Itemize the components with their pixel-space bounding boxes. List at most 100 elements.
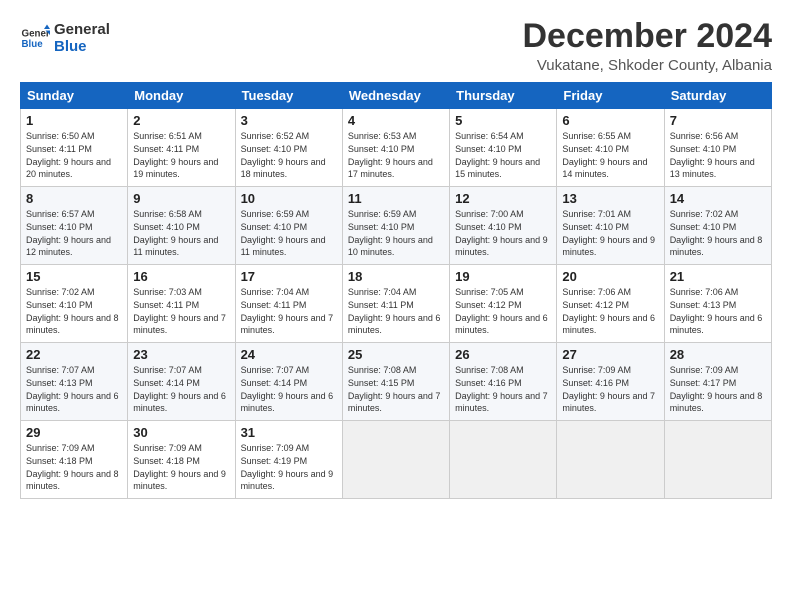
day-info: Sunrise: 6:54 AMSunset: 4:10 PMDaylight:… — [455, 130, 551, 180]
col-tuesday: Tuesday — [235, 83, 342, 109]
calendar-row: 22 Sunrise: 7:07 AMSunset: 4:13 PMDayligh… — [21, 343, 772, 421]
day-info: Sunrise: 7:07 AMSunset: 4:14 PMDaylight:… — [241, 364, 337, 414]
table-row: 15Sunrise: 7:02 AMSunset: 4:10 PMDayligh… — [21, 265, 128, 343]
title-section: December 2024 Vukatane, Shkoder County, … — [522, 18, 772, 74]
day-number: 29 — [26, 425, 122, 440]
day-number: 16 — [133, 269, 229, 284]
day-info: Sunrise: 7:09 AMSunset: 4:18 PMDaylight:… — [133, 442, 229, 492]
table-row: 27 Sunrise: 7:09 AMSunset: 4:16 PMDayligh… — [557, 343, 664, 421]
svg-text:Blue: Blue — [22, 39, 44, 50]
header-row: Sunday Monday Tuesday Wednesday Thursday… — [21, 83, 772, 109]
day-number: 5 — [455, 113, 551, 128]
day-number: 8 — [26, 191, 122, 206]
day-number: 2 — [133, 113, 229, 128]
table-row: 11 Sunrise: 6:59 AMSunset: 4:10 PMDayligh… — [342, 187, 449, 265]
table-row — [557, 421, 664, 499]
table-row: 19 Sunrise: 7:05 AMSunset: 4:12 PMDayligh… — [450, 265, 557, 343]
day-info: Sunrise: 6:53 AMSunset: 4:10 PMDaylight:… — [348, 130, 444, 180]
table-row: 24 Sunrise: 7:07 AMSunset: 4:14 PMDayligh… — [235, 343, 342, 421]
calendar-row: 1 Sunrise: 6:50 AMSunset: 4:11 PMDaylight… — [21, 109, 772, 187]
table-row: 1 Sunrise: 6:50 AMSunset: 4:11 PMDaylight… — [21, 109, 128, 187]
day-number: 18 — [348, 269, 444, 284]
day-number: 7 — [670, 113, 766, 128]
table-row: 9 Sunrise: 6:58 AMSunset: 4:10 PMDaylight… — [128, 187, 235, 265]
table-row: 13 Sunrise: 7:01 AMSunset: 4:10 PMDayligh… — [557, 187, 664, 265]
day-info: Sunrise: 6:56 AMSunset: 4:10 PMDaylight:… — [670, 130, 766, 180]
table-row: 21Sunrise: 7:06 AMSunset: 4:13 PMDayligh… — [664, 265, 771, 343]
col-sunday: Sunday — [21, 83, 128, 109]
calendar-row: 8Sunrise: 6:57 AMSunset: 4:10 PMDaylight… — [21, 187, 772, 265]
table-row: 26Sunrise: 7:08 AMSunset: 4:16 PMDayligh… — [450, 343, 557, 421]
day-info: Sunrise: 7:05 AMSunset: 4:12 PMDaylight:… — [455, 286, 551, 336]
table-row: 29 Sunrise: 7:09 AMSunset: 4:18 PMDayligh… — [21, 421, 128, 499]
day-number: 11 — [348, 191, 444, 206]
calendar-table: Sunday Monday Tuesday Wednesday Thursday… — [20, 82, 772, 499]
day-info: Sunrise: 7:07 AMSunset: 4:13 PMDaylight:… — [26, 364, 122, 414]
main-title: December 2024 — [522, 18, 772, 55]
day-number: 21 — [670, 269, 766, 284]
day-info: Sunrise: 6:55 AMSunset: 4:10 PMDaylight:… — [562, 130, 658, 180]
day-number: 23 — [133, 347, 229, 362]
subtitle: Vukatane, Shkoder County, Albania — [522, 57, 772, 74]
day-info: Sunrise: 7:07 AMSunset: 4:14 PMDaylight:… — [133, 364, 229, 414]
day-info: Sunrise: 7:09 AMSunset: 4:18 PMDaylight:… — [26, 442, 122, 492]
day-number: 1 — [26, 113, 122, 128]
day-info: Sunrise: 7:09 AMSunset: 4:17 PMDaylight:… — [670, 364, 766, 414]
page: General Blue General Blue December 2024 … — [0, 0, 792, 612]
table-row — [342, 421, 449, 499]
day-number: 6 — [562, 113, 658, 128]
day-number: 20 — [562, 269, 658, 284]
day-number: 27 — [562, 347, 658, 362]
table-row: 23 Sunrise: 7:07 AMSunset: 4:14 PMDayligh… — [128, 343, 235, 421]
table-row: 5 Sunrise: 6:54 AMSunset: 4:10 PMDaylight… — [450, 109, 557, 187]
table-row: 16 Sunrise: 7:03 AMSunset: 4:11 PMDayligh… — [128, 265, 235, 343]
table-row: 22 Sunrise: 7:07 AMSunset: 4:13 PMDayligh… — [21, 343, 128, 421]
day-number: 13 — [562, 191, 658, 206]
day-number: 30 — [133, 425, 229, 440]
day-info: Sunrise: 7:01 AMSunset: 4:10 PMDaylight:… — [562, 208, 658, 258]
day-info: Sunrise: 7:08 AMSunset: 4:16 PMDaylight:… — [455, 364, 551, 414]
table-row: 7 Sunrise: 6:56 AMSunset: 4:10 PMDaylight… — [664, 109, 771, 187]
day-info: Sunrise: 6:59 AMSunset: 4:10 PMDaylight:… — [241, 208, 337, 258]
table-row: 18 Sunrise: 7:04 AMSunset: 4:11 PMDayligh… — [342, 265, 449, 343]
day-number: 19 — [455, 269, 551, 284]
logo-line1: General — [54, 22, 110, 39]
table-row: 10 Sunrise: 6:59 AMSunset: 4:10 PMDayligh… — [235, 187, 342, 265]
table-row: 8Sunrise: 6:57 AMSunset: 4:10 PMDaylight… — [21, 187, 128, 265]
table-row: 17Sunrise: 7:04 AMSunset: 4:11 PMDayligh… — [235, 265, 342, 343]
day-info: Sunrise: 7:03 AMSunset: 4:11 PMDaylight:… — [133, 286, 229, 336]
table-row: 30 Sunrise: 7:09 AMSunset: 4:18 PMDayligh… — [128, 421, 235, 499]
col-friday: Friday — [557, 83, 664, 109]
day-info: Sunrise: 7:00 AMSunset: 4:10 PMDaylight:… — [455, 208, 551, 258]
table-row: 12 Sunrise: 7:00 AMSunset: 4:10 PMDayligh… — [450, 187, 557, 265]
day-info: Sunrise: 6:51 AMSunset: 4:11 PMDaylight:… — [133, 130, 229, 180]
day-info: Sunrise: 6:52 AMSunset: 4:10 PMDaylight:… — [241, 130, 337, 180]
day-number: 3 — [241, 113, 337, 128]
table-row — [664, 421, 771, 499]
col-saturday: Saturday — [664, 83, 771, 109]
day-info: Sunrise: 6:50 AMSunset: 4:11 PMDaylight:… — [26, 130, 122, 180]
day-info: Sunrise: 7:04 AMSunset: 4:11 PMDaylight:… — [241, 286, 337, 336]
day-info: Sunrise: 7:08 AMSunset: 4:15 PMDaylight:… — [348, 364, 444, 414]
table-row — [450, 421, 557, 499]
day-number: 12 — [455, 191, 551, 206]
day-info: Sunrise: 6:58 AMSunset: 4:10 PMDaylight:… — [133, 208, 229, 258]
day-info: Sunrise: 7:02 AMSunset: 4:10 PMDaylight:… — [26, 286, 122, 336]
table-row: 6 Sunrise: 6:55 AMSunset: 4:10 PMDaylight… — [557, 109, 664, 187]
col-wednesday: Wednesday — [342, 83, 449, 109]
col-thursday: Thursday — [450, 83, 557, 109]
logo-line2: Blue — [54, 39, 110, 56]
table-row: 14Sunrise: 7:02 AMSunset: 4:10 PMDayligh… — [664, 187, 771, 265]
day-info: Sunrise: 7:09 AMSunset: 4:16 PMDaylight:… — [562, 364, 658, 414]
day-info: Sunrise: 7:04 AMSunset: 4:11 PMDaylight:… — [348, 286, 444, 336]
day-number: 14 — [670, 191, 766, 206]
day-number: 22 — [26, 347, 122, 362]
day-number: 24 — [241, 347, 337, 362]
svg-text:General: General — [22, 28, 51, 39]
table-row: 28Sunrise: 7:09 AMSunset: 4:17 PMDayligh… — [664, 343, 771, 421]
day-info: Sunrise: 6:59 AMSunset: 4:10 PMDaylight:… — [348, 208, 444, 258]
day-number: 9 — [133, 191, 229, 206]
logo-icon: General Blue — [20, 23, 50, 53]
calendar-row: 29 Sunrise: 7:09 AMSunset: 4:18 PMDayligh… — [21, 421, 772, 499]
day-number: 10 — [241, 191, 337, 206]
